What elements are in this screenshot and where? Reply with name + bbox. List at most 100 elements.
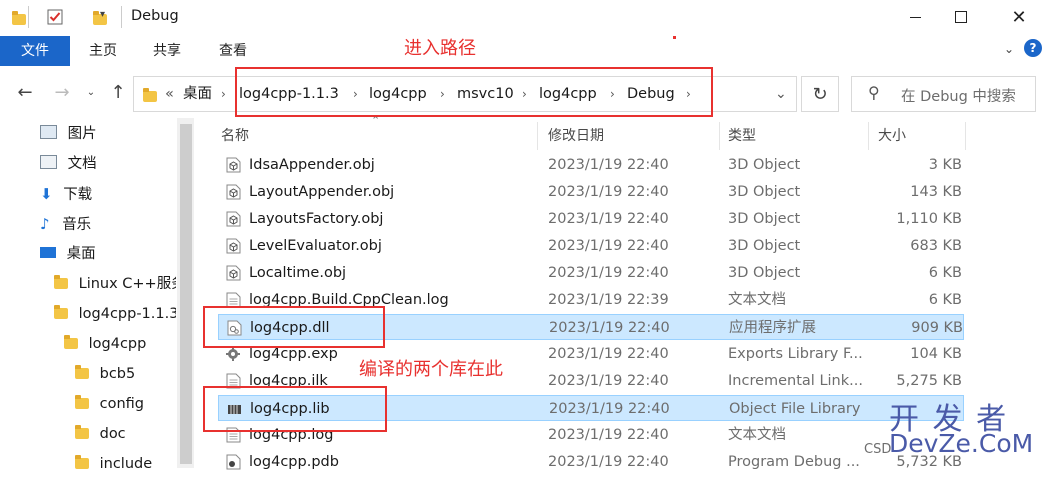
file-size: 143 KB	[910, 184, 962, 200]
file-row[interactable]: IdsaAppender.obj 2023/1/19 22:40 3D Object…	[218, 152, 964, 178]
file-row[interactable]: LayoutsFactory.obj 2023/1/19 22:40 3D Obje…	[218, 206, 964, 232]
watermark-prefix: CSD	[864, 442, 892, 457]
file-size: 6 KB	[928, 265, 962, 281]
properties-icon[interactable]	[47, 9, 63, 25]
column-header-size[interactable]: 大小	[878, 122, 906, 150]
file-obj-icon	[226, 238, 241, 254]
file-date: 2023/1/19 22:40	[549, 401, 670, 417]
search-icon: ⚲	[868, 83, 880, 102]
annotation-dll-box	[203, 306, 385, 348]
file-row[interactable]: LayoutAppender.obj 2023/1/19 22:40 3D Obje…	[218, 179, 964, 205]
tab-file[interactable]: 文件	[0, 36, 70, 66]
minimize-button[interactable]	[892, 0, 938, 34]
breadcrumb-desktop[interactable]: 桌面	[183, 77, 212, 111]
ribbon: 文件 主页 共享 查看 ⌄ ?	[0, 36, 1045, 67]
nav-item-music[interactable]: ♪ 音乐	[40, 210, 91, 238]
column-divider[interactable]	[537, 122, 538, 150]
file-size: 3 KB	[928, 157, 962, 173]
up-icon[interactable]: ↑	[106, 80, 130, 104]
file-date: 2023/1/19 22:40	[548, 265, 669, 281]
file-type: 应用程序扩展	[729, 320, 816, 336]
file-row[interactable]: LevelEvaluator.obj 2023/1/19 22:40 3D Obje…	[218, 233, 964, 259]
file-date: 2023/1/19 22:40	[548, 238, 669, 254]
search-box[interactable]: ⚲ 在 Debug 中搜索	[851, 76, 1036, 112]
forward-icon[interactable]: →	[50, 80, 74, 104]
nav-scrollbar-thumb[interactable]	[180, 124, 192, 464]
watermark-en: DevZe.CoM	[889, 429, 1034, 458]
file-size: 1,110 KB	[896, 211, 962, 227]
file-type: Object File Library	[729, 401, 861, 417]
nav-item-downloads[interactable]: ⬇ 下载	[40, 180, 92, 208]
tab-home[interactable]: 主页	[78, 36, 128, 66]
column-divider[interactable]	[719, 122, 720, 150]
qat-dropdown-icon[interactable]: ▾	[100, 9, 105, 20]
search-placeholder[interactable]: 在 Debug 中搜索	[901, 85, 1016, 106]
annotation-path-box	[235, 67, 713, 117]
folder-icon	[75, 455, 89, 469]
help-icon[interactable]: ?	[1024, 39, 1042, 57]
nav-item-doc[interactable]: doc	[75, 420, 126, 448]
divider	[121, 6, 122, 28]
nav-item-bcb5[interactable]: bcb5	[75, 360, 135, 388]
folder-icon	[54, 305, 68, 319]
file-row[interactable]: Localtime.obj 2023/1/19 22:40 3D Object 6 K…	[218, 260, 964, 286]
file-name: log4cpp.pdb	[249, 454, 339, 470]
file-date: 2023/1/19 22:40	[548, 427, 669, 443]
refresh-button[interactable]: ↻	[801, 76, 839, 112]
file-obj-icon	[226, 211, 241, 227]
file-row[interactable]: log4cpp.pdb 2023/1/19 22:40 Program Debug …	[218, 449, 964, 475]
breadcrumb-overflow[interactable]: «	[165, 77, 174, 111]
nav-item-documents[interactable]: 文档	[40, 150, 97, 178]
window-title: Debug	[131, 8, 179, 24]
nav-item-include[interactable]: include	[75, 450, 152, 478]
annotation-lib-note: 编译的两个库在此	[359, 359, 503, 380]
nav-item-desktop[interactable]: 桌面	[40, 240, 96, 268]
folder-icon	[143, 88, 157, 102]
column-divider[interactable]	[868, 122, 869, 150]
column-header-date[interactable]: 修改日期	[548, 122, 604, 150]
annotation-path-note: 进入路径	[404, 38, 476, 59]
back-icon[interactable]: ←	[13, 80, 37, 104]
nav-item-pictures[interactable]: 图片	[40, 120, 97, 148]
tab-view[interactable]: 查看	[208, 36, 258, 66]
ribbon-expand-icon[interactable]: ⌄	[1004, 42, 1014, 56]
tab-share[interactable]: 共享	[142, 36, 192, 66]
file-obj-icon	[226, 184, 241, 200]
desktop-icon	[40, 247, 56, 258]
file-date: 2023/1/19 22:40	[549, 320, 670, 336]
file-size: 6 KB	[928, 292, 962, 308]
column-header-type[interactable]: 类型	[728, 122, 756, 150]
nav-item-log4cpp[interactable]: log4cpp	[64, 330, 146, 358]
maximize-button[interactable]	[938, 0, 984, 34]
file-name: Localtime.obj	[249, 265, 347, 281]
folder-icon	[12, 11, 26, 25]
folder-icon	[75, 395, 89, 409]
file-name: LayoutsFactory.obj	[249, 211, 384, 227]
file-date: 2023/1/19 22:39	[548, 292, 669, 308]
file-size: 683 KB	[910, 238, 962, 254]
column-divider[interactable]	[965, 122, 966, 150]
navigation-pane: 图片 文档 ⬇ 下载 ♪ 音乐 桌面 Linux C++服务 log4cpp-1…	[0, 118, 197, 472]
annotation-dot	[673, 36, 676, 39]
file-type: 文本文档	[728, 292, 786, 308]
file-name: LayoutAppender.obj	[249, 184, 395, 200]
file-date: 2023/1/19 22:40	[548, 454, 669, 470]
nav-item-linux-cpp[interactable]: Linux C++服务	[54, 270, 176, 298]
close-button[interactable]: ✕	[996, 0, 1042, 34]
nav-item-config[interactable]: config	[75, 390, 144, 418]
file-type: 文本文档	[728, 427, 786, 443]
nav-item-log4cpp-1-1-3[interactable]: log4cpp-1.1.3	[54, 300, 176, 328]
address-dropdown-icon[interactable]: ⌄	[775, 77, 787, 111]
folder-icon	[64, 335, 78, 349]
documents-icon	[40, 155, 57, 169]
music-note-icon: ♪	[40, 215, 50, 233]
file-exp-icon	[226, 346, 241, 362]
download-arrow-icon: ⬇	[40, 185, 53, 203]
chevron-right-icon[interactable]: ›	[221, 77, 226, 111]
title-bar: ▾ Debug ✕	[0, 0, 1045, 36]
recent-dropdown-icon[interactable]: ⌄	[79, 80, 103, 104]
file-date: 2023/1/19 22:40	[548, 211, 669, 227]
file-date: 2023/1/19 22:40	[548, 373, 669, 389]
pictures-icon	[40, 125, 57, 139]
column-header-name[interactable]: 名称	[221, 122, 249, 150]
